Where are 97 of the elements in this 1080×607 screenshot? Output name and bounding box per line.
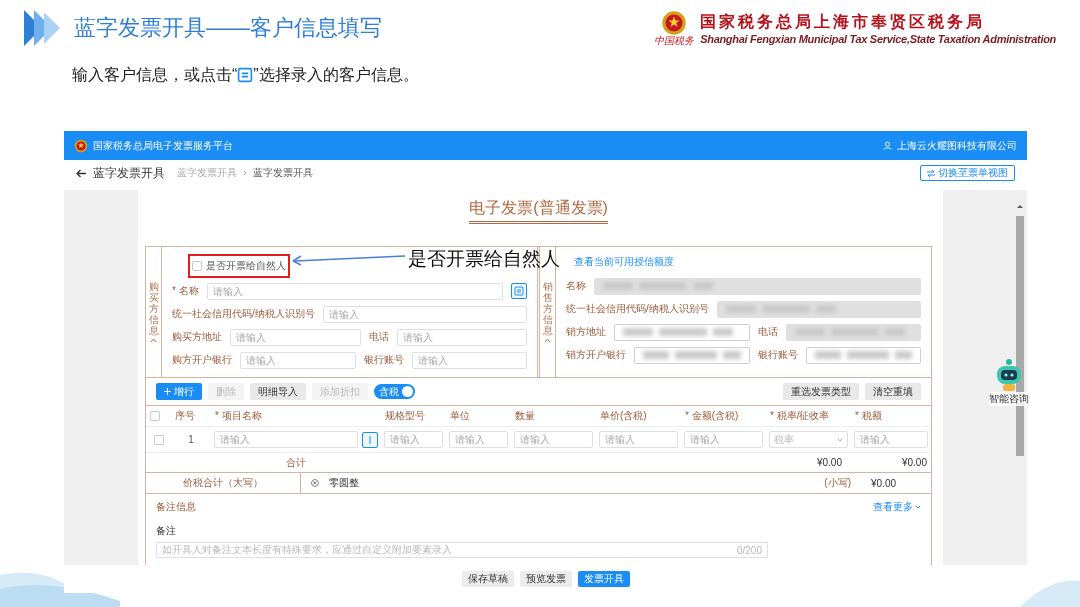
field-label: 电话 — [757, 325, 778, 339]
input-field[interactable]: 请输入 — [411, 351, 527, 369]
organization-name: 国家税务总局上海市奉贤区税务局 — [700, 11, 987, 33]
input-field[interactable]: 请输入 — [230, 328, 361, 346]
list-icon — [237, 67, 254, 83]
input-field[interactable]: 请输入 — [396, 328, 527, 346]
input-field[interactable]: 请输入 — [214, 431, 358, 448]
toolbar-button[interactable]: 清空重填 — [865, 383, 921, 400]
input-field[interactable]: 请输入 — [449, 431, 508, 448]
column-header: * 税率/征收率 — [766, 406, 851, 427]
column-header: 单位 — [446, 406, 511, 427]
grand-total-value: ¥0.00 — [870, 477, 898, 489]
slide-title: 蓝字发票开具——客户信息填写 — [74, 14, 382, 42]
input-field[interactable]: 请输入 — [384, 431, 443, 448]
field-label: 银行账号 — [757, 348, 798, 362]
plus-icon — [164, 388, 171, 395]
field-label: 银行账号 — [363, 353, 404, 367]
scroll-up-icon[interactable] — [1017, 204, 1023, 208]
user-icon — [883, 141, 892, 150]
total-tax: ¥0.00 — [900, 457, 927, 468]
input-field[interactable]: 请输入 — [684, 431, 763, 448]
instruction-text: 输入客户信息，或点击“ — [72, 64, 238, 85]
column-header: * 税额 — [851, 406, 931, 427]
chevron-up-icon[interactable] — [544, 338, 551, 343]
field-label: 电话 — [368, 330, 389, 344]
lowercase-label: (小写) — [824, 476, 851, 490]
user-name[interactable]: 上海云火耀图科技有限公司 — [897, 138, 1017, 153]
robot-icon[interactable] — [994, 358, 1024, 392]
column-header: * 金额(含税) — [681, 406, 766, 427]
field-label: 销方开户银行 — [566, 348, 626, 362]
grand-total-label: 价税合计（大写） — [146, 473, 301, 493]
column-header: 单价(含税) — [596, 406, 681, 427]
column-header: 序号 — [171, 406, 211, 427]
field-label: 购方开户银行 — [172, 353, 232, 367]
natural-person-checkbox[interactable]: 是否开票给自然人 — [192, 259, 286, 273]
breadcrumb-item[interactable]: 蓝字发票开具 — [253, 166, 313, 180]
more-link[interactable]: 查看更多 — [873, 500, 921, 514]
caret-icon — [837, 437, 843, 442]
field-label: 销方地址 — [566, 325, 606, 339]
column-header: * 项目名称 — [211, 406, 381, 427]
assistant-label[interactable]: 智能咨询 — [989, 392, 1029, 406]
credit-link[interactable]: 查看当前可用授信额度 — [574, 253, 921, 270]
section-label: 销售方信息 — [542, 281, 553, 336]
item-picker-button[interactable] — [362, 431, 378, 448]
column-header: 规格型号 — [381, 406, 446, 427]
invoice-title: 电子发票(普通发票) — [469, 198, 608, 224]
toolbar-button[interactable]: 重选发票类型 — [783, 383, 859, 400]
footer-button[interactable]: 预览发票 — [519, 571, 572, 587]
input-field[interactable] — [634, 346, 750, 364]
switch-view-button[interactable]: 切换至票单视图 — [920, 165, 1015, 181]
tax-toggle[interactable]: 含税 — [374, 384, 415, 399]
organization-name-english: Shanghai Fengxian Municipal Tax Service,State Taxation Administration — [700, 32, 1056, 45]
remarks-title: 备注信息 — [156, 500, 196, 514]
footer-button[interactable]: 发票开具 — [577, 571, 630, 587]
emblem-icon — [661, 10, 688, 36]
swap-icon — [927, 169, 935, 177]
section-label: 购买方信息 — [148, 281, 159, 336]
character-counter: 0/200 — [736, 544, 762, 556]
instruction-text: ”选择录入的客户信息。 — [253, 64, 419, 85]
field-label: 统一社会信用代码/纳税人识别号 — [566, 302, 709, 316]
field-label: * 名称 — [172, 284, 199, 298]
input-field[interactable]: 请输入 — [206, 282, 503, 300]
input-field[interactable]: 请输入 — [599, 431, 678, 448]
close-circle-icon — [311, 479, 319, 487]
row-checkbox[interactable] — [153, 434, 164, 445]
field-label: 名称 — [566, 279, 586, 293]
total-label: 合计 — [285, 455, 307, 470]
breadcrumb-item[interactable]: 蓝字发票开具 — [177, 166, 237, 180]
toolbar-button[interactable]: 明细导入 — [250, 383, 306, 400]
footer-button[interactable]: 保存草稿 — [461, 571, 514, 587]
platform-name: 国家税务总局电子发票服务平台 — [93, 138, 233, 153]
logo-text: 中国税务 — [654, 36, 695, 46]
amount-in-words: 零圆整 — [329, 476, 359, 490]
chevron-down-icon — [915, 505, 921, 509]
select-all-checkbox[interactable] — [150, 411, 160, 421]
field-label: 统一社会信用代码/纳税人识别号 — [172, 307, 315, 321]
input-field[interactable]: 请输入 — [854, 431, 928, 448]
back-arrow-icon[interactable] — [76, 168, 87, 178]
select-field[interactable]: 税率 — [769, 431, 848, 448]
input-field[interactable]: 请输入 — [240, 351, 356, 369]
page-title: 蓝字发票开具 — [93, 164, 165, 182]
input-field[interactable]: 请输入 — [514, 431, 593, 448]
remarks-label: 备注 — [156, 524, 177, 538]
row-number: 1 — [188, 434, 194, 445]
input-field[interactable]: 请输入 — [322, 305, 527, 323]
column-header: 数量 — [511, 406, 596, 427]
toolbar-button[interactable]: 增行 — [156, 383, 202, 400]
customer-picker-button[interactable] — [511, 283, 527, 299]
chevron-up-icon[interactable] — [150, 338, 157, 343]
annotation-text: 是否开票给自然人 — [408, 247, 560, 271]
chevron-right-icon — [243, 170, 247, 176]
input-field[interactable] — [805, 346, 921, 364]
emblem-icon — [74, 138, 88, 153]
field-label: 购买方地址 — [172, 330, 222, 344]
total-amount: ¥0.00 — [815, 457, 842, 468]
input-field[interactable] — [614, 323, 750, 341]
list-icon — [514, 286, 524, 296]
